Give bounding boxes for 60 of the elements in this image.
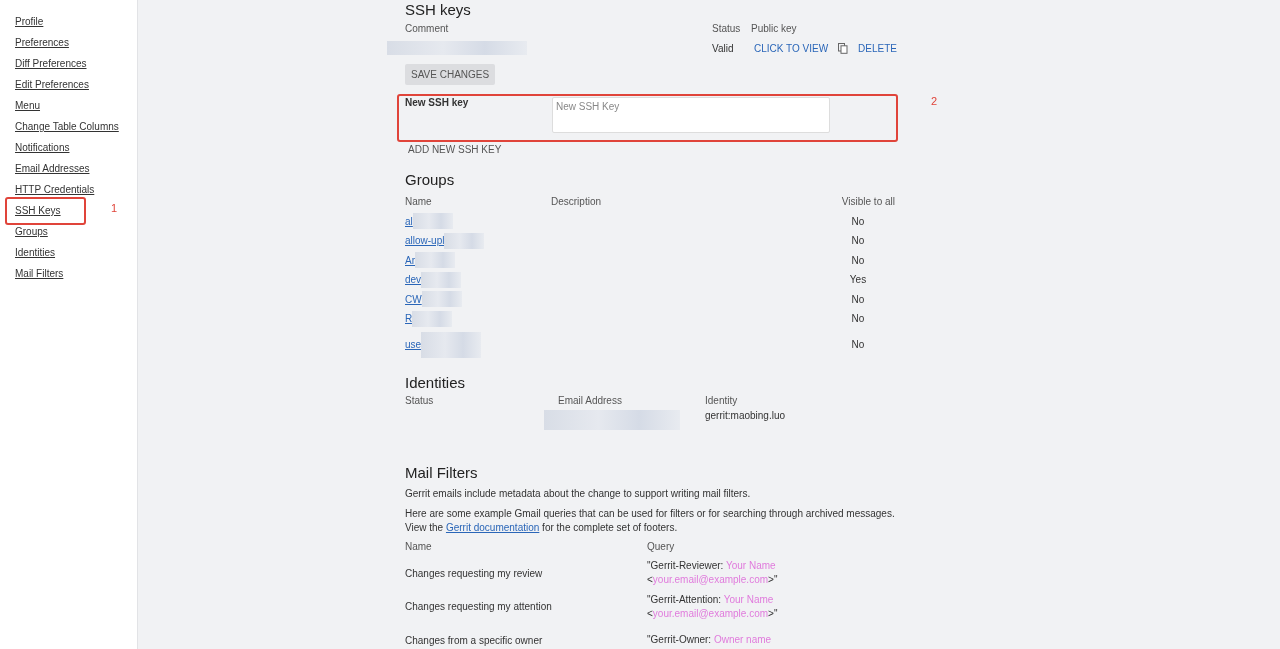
sidebar-link[interactable]: Identities: [15, 247, 56, 258]
column-header: Name: [405, 195, 433, 210]
query-text: "Gerrit-Attention: Your Name <your.email@example.com>": [647, 592, 779, 621]
documentation-link[interactable]: Gerrit documentation: [445, 521, 540, 533]
column-header: Visible to all: [840, 195, 895, 210]
column-header: Query: [647, 540, 676, 554]
table-cell-text: No: [850, 312, 866, 327]
group-link[interactable]: Ar: [405, 254, 415, 266]
column-header: Comment: [405, 23, 450, 36]
sidebar-link[interactable]: Diff Preferences: [15, 58, 87, 69]
column-header: Status: [405, 394, 435, 406]
ssh-key-field[interactable]: New SSH Key: [552, 97, 830, 133]
section-title: Identities: [405, 373, 466, 391]
copy-icon[interactable]: [838, 42, 849, 54]
sidebar-link[interactable]: Profile: [15, 16, 44, 27]
table-cell-text: No: [850, 292, 866, 307]
sidebar-link[interactable]: Mail Filters: [15, 268, 64, 279]
annotation-number: 1: [111, 202, 118, 214]
group-link[interactable]: dev: [405, 274, 422, 286]
table-cell-text: No: [850, 253, 866, 268]
field-label: New SSH key: [405, 97, 470, 108]
table-cell-text: Changes requesting my attention: [405, 600, 553, 615]
table-cell-text: No: [850, 338, 866, 352]
group-link[interactable]: al: [405, 215, 413, 227]
sidebar-link[interactable]: Notifications: [15, 142, 70, 153]
key-status: Valid: [712, 42, 735, 54]
table-cell-text: Yes: [848, 273, 868, 288]
sidebar-link[interactable]: Groups: [15, 226, 48, 237]
column-header: Name: [405, 540, 433, 554]
table-cell-text: Changes requesting my review: [405, 566, 544, 581]
annotation-number: 2: [931, 95, 938, 107]
table-cell-text: No: [850, 214, 866, 229]
sidebar-link[interactable]: HTTP Credentials: [15, 184, 95, 195]
column-header: Status: [712, 23, 742, 36]
sidebar-link[interactable]: Edit Preferences: [15, 79, 89, 90]
group-link[interactable]: allow-upl: [405, 235, 445, 247]
delete-key-link[interactable]: DELETE: [858, 42, 897, 54]
group-link[interactable]: CW: [405, 293, 422, 305]
description-text: Gerrit emails include metadata about the change to support writing mail filters.: [405, 486, 752, 501]
sidebar-link[interactable]: Menu: [15, 100, 40, 111]
query-text: "Gerrit-Owner: Owner name: [647, 633, 773, 648]
column-header: Identity: [705, 394, 739, 406]
column-header: Description: [551, 195, 603, 210]
sidebar-link[interactable]: Email Addresses: [15, 163, 90, 174]
group-link[interactable]: use: [405, 339, 422, 350]
sidebar-link[interactable]: SSH Keys: [15, 205, 61, 216]
column-header: Email Address: [558, 394, 623, 406]
group-link[interactable]: R: [405, 313, 413, 325]
sidebar-link[interactable]: Change Table Columns: [15, 121, 119, 132]
sidebar-link[interactable]: Preferences: [15, 37, 69, 48]
query-text: "Gerrit-Reviewer: Your Name <your.email@example.com>": [647, 559, 779, 588]
table-cell-text: gerrit:maobing.luo: [705, 409, 787, 423]
section-title: SSH keys: [405, 1, 471, 18]
table-cell-text: Changes from a specific owner: [405, 633, 544, 648]
view-key-link[interactable]: CLICK TO VIEW: [754, 42, 829, 54]
section-title: Mail Filters: [405, 463, 478, 481]
description-text: Here are some example Gmail queries that can be used for filters or for searching through archived messages. View the Gerrit documentation for the complete set of footers.: [405, 506, 895, 535]
table-cell-text: No: [850, 234, 866, 249]
section-title: Groups: [405, 171, 455, 188]
column-header: Public key: [751, 23, 798, 36]
